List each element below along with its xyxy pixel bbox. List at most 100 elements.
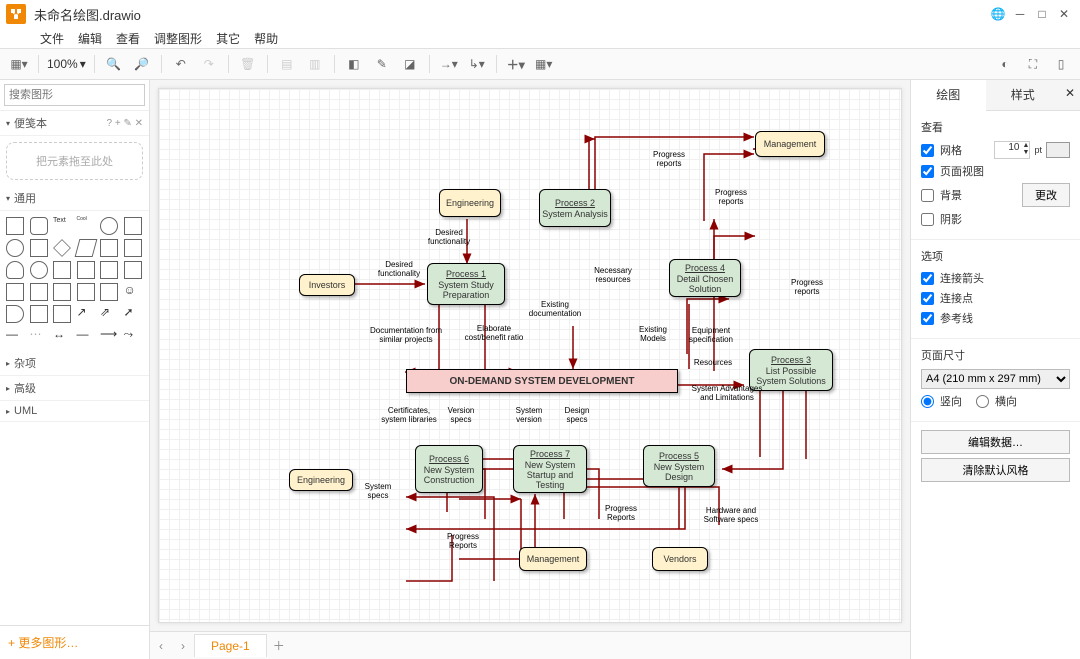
- line-color-icon[interactable]: ✎: [371, 53, 393, 75]
- fullscreen-icon[interactable]: ⛶: [1022, 53, 1044, 75]
- format-panel-icon[interactable]: ▯: [1050, 53, 1072, 75]
- shape-cylinder[interactable]: [6, 261, 24, 279]
- shape-callout[interactable]: [100, 283, 118, 301]
- node-engineering-top[interactable]: Engineering: [439, 189, 501, 217]
- tab-next-icon[interactable]: ›: [172, 639, 194, 653]
- menu-file[interactable]: 文件: [40, 30, 64, 47]
- connection-icon[interactable]: →▾: [438, 53, 460, 75]
- category-misc[interactable]: ▸杂项: [0, 351, 149, 376]
- shape-circle[interactable]: [6, 239, 24, 257]
- grid-color-swatch[interactable]: [1046, 142, 1070, 158]
- node-process-1[interactable]: Process 1System Study Preparation: [427, 263, 505, 305]
- shape-arrow3[interactable]: ➚: [124, 305, 142, 323]
- shape-cube[interactable]: [100, 261, 118, 279]
- shape-arrow2[interactable]: ⇗: [100, 305, 118, 323]
- shape-rounded[interactable]: [30, 217, 48, 235]
- table-icon[interactable]: ▦▾: [533, 53, 555, 75]
- shape-datastore[interactable]: [53, 305, 71, 323]
- shape-note[interactable]: [53, 283, 71, 301]
- undo-icon[interactable]: ↶: [170, 53, 192, 75]
- chk-points[interactable]: [921, 292, 934, 305]
- add-icon[interactable]: ＋▾: [505, 53, 527, 75]
- shape-rect[interactable]: [6, 217, 24, 235]
- shape-line2[interactable]: ⋯: [30, 327, 48, 345]
- shape-text2[interactable]: Cool: [77, 217, 95, 235]
- node-management-top[interactable]: Management: [755, 131, 825, 157]
- shape-trapezoid[interactable]: [6, 283, 24, 301]
- shape-actor[interactable]: ☺: [124, 283, 142, 301]
- chk-guides[interactable]: [921, 312, 934, 325]
- tab-prev-icon[interactable]: ‹: [150, 639, 172, 653]
- shape-step[interactable]: [124, 261, 142, 279]
- shadow-icon[interactable]: ◪: [399, 53, 421, 75]
- shape-line5[interactable]: ⟶: [100, 327, 118, 345]
- shape-document[interactable]: [53, 261, 71, 279]
- shape-ellipse[interactable]: [100, 217, 118, 235]
- shape-line4[interactable]: —: [77, 327, 95, 345]
- shape-arrow1[interactable]: ↗: [77, 305, 95, 323]
- maximize-button[interactable]: □: [1032, 4, 1052, 24]
- clear-default-button[interactable]: 清除默认风格: [921, 458, 1070, 482]
- zoom-out-icon[interactable]: 🔎: [131, 53, 153, 75]
- shape-line6[interactable]: ⤳: [124, 327, 142, 345]
- node-engineering-bottom[interactable]: Engineering: [289, 469, 353, 491]
- node-process-2[interactable]: Process 2System Analysis: [539, 189, 611, 227]
- shape-and[interactable]: [30, 305, 48, 323]
- menu-extras[interactable]: 其它: [216, 30, 240, 47]
- chk-grid[interactable]: [921, 144, 934, 157]
- category-advanced[interactable]: ▸高级: [0, 376, 149, 401]
- node-process-7[interactable]: Process 7New System Startup and Testing: [513, 445, 587, 493]
- menu-help[interactable]: 帮助: [254, 30, 278, 47]
- grid-size-input[interactable]: 10▲▼: [994, 141, 1030, 159]
- page-size-select[interactable]: A4 (210 mm x 297 mm): [921, 369, 1070, 389]
- shape-cloud[interactable]: [30, 261, 48, 279]
- to-back-icon[interactable]: ▥: [304, 53, 326, 75]
- chk-pageview[interactable]: [921, 165, 934, 178]
- shape-text[interactable]: Text: [53, 217, 71, 235]
- drawing-canvas[interactable]: Investors Engineering Management Enginee…: [158, 88, 902, 623]
- shape-line3[interactable]: ↔: [53, 327, 71, 345]
- shape-parallelogram[interactable]: [74, 239, 97, 257]
- shape-hexagon[interactable]: [100, 239, 118, 257]
- tab-style[interactable]: 样式: [986, 80, 1061, 110]
- radio-portrait[interactable]: [921, 395, 934, 408]
- category-scratchpad[interactable]: ▾便笺本 ? + ✎ ✕: [0, 111, 149, 136]
- menu-edit[interactable]: 编辑: [78, 30, 102, 47]
- menu-arrange[interactable]: 调整图形: [154, 30, 202, 47]
- chk-shadow[interactable]: [921, 213, 934, 226]
- zoom-selector[interactable]: 100% ▾: [47, 57, 86, 71]
- tab-diagram[interactable]: 绘图: [911, 80, 986, 111]
- node-process-6[interactable]: Process 6New System Construction: [415, 445, 483, 493]
- delete-icon[interactable]: 🗑: [237, 53, 259, 75]
- shape-card[interactable]: [77, 283, 95, 301]
- shape-diamond[interactable]: [53, 239, 71, 257]
- view-mode-icon[interactable]: ▦▾: [8, 53, 30, 75]
- chk-background[interactable]: [921, 189, 934, 202]
- search-input[interactable]: [4, 84, 145, 106]
- shape-tape[interactable]: [30, 283, 48, 301]
- shape-or[interactable]: [6, 305, 24, 323]
- shape-line1[interactable]: —: [6, 327, 24, 345]
- close-button[interactable]: ✕: [1054, 4, 1074, 24]
- shape-triangle[interactable]: [124, 239, 142, 257]
- more-shapes-button[interactable]: + 更多图形…: [0, 625, 149, 659]
- waypoint-icon[interactable]: ↳▾: [466, 53, 488, 75]
- theme-icon[interactable]: ◐: [994, 53, 1016, 75]
- change-bg-button[interactable]: 更改: [1022, 183, 1070, 207]
- page-tab-1[interactable]: Page-1: [194, 634, 267, 657]
- fill-color-icon[interactable]: ◧: [343, 53, 365, 75]
- radio-landscape[interactable]: [976, 395, 989, 408]
- edit-data-button[interactable]: 编辑数据…: [921, 430, 1070, 454]
- category-general[interactable]: ▾通用: [0, 186, 149, 211]
- to-front-icon[interactable]: ▤: [276, 53, 298, 75]
- globe-icon[interactable]: 🌐: [988, 4, 1008, 24]
- tab-close-icon[interactable]: ✕: [1060, 80, 1080, 110]
- node-center[interactable]: ON-DEMAND SYSTEM DEVELOPMENT: [406, 369, 678, 393]
- redo-icon[interactable]: ↷: [198, 53, 220, 75]
- add-page-button[interactable]: ＋: [267, 637, 291, 654]
- chk-arrows[interactable]: [921, 272, 934, 285]
- node-management-bottom[interactable]: Management: [519, 547, 587, 571]
- node-process-4[interactable]: Process 4Detail Chosen Solution: [669, 259, 741, 297]
- shape-process[interactable]: [30, 239, 48, 257]
- node-process-5[interactable]: Process 5New System Design: [643, 445, 715, 487]
